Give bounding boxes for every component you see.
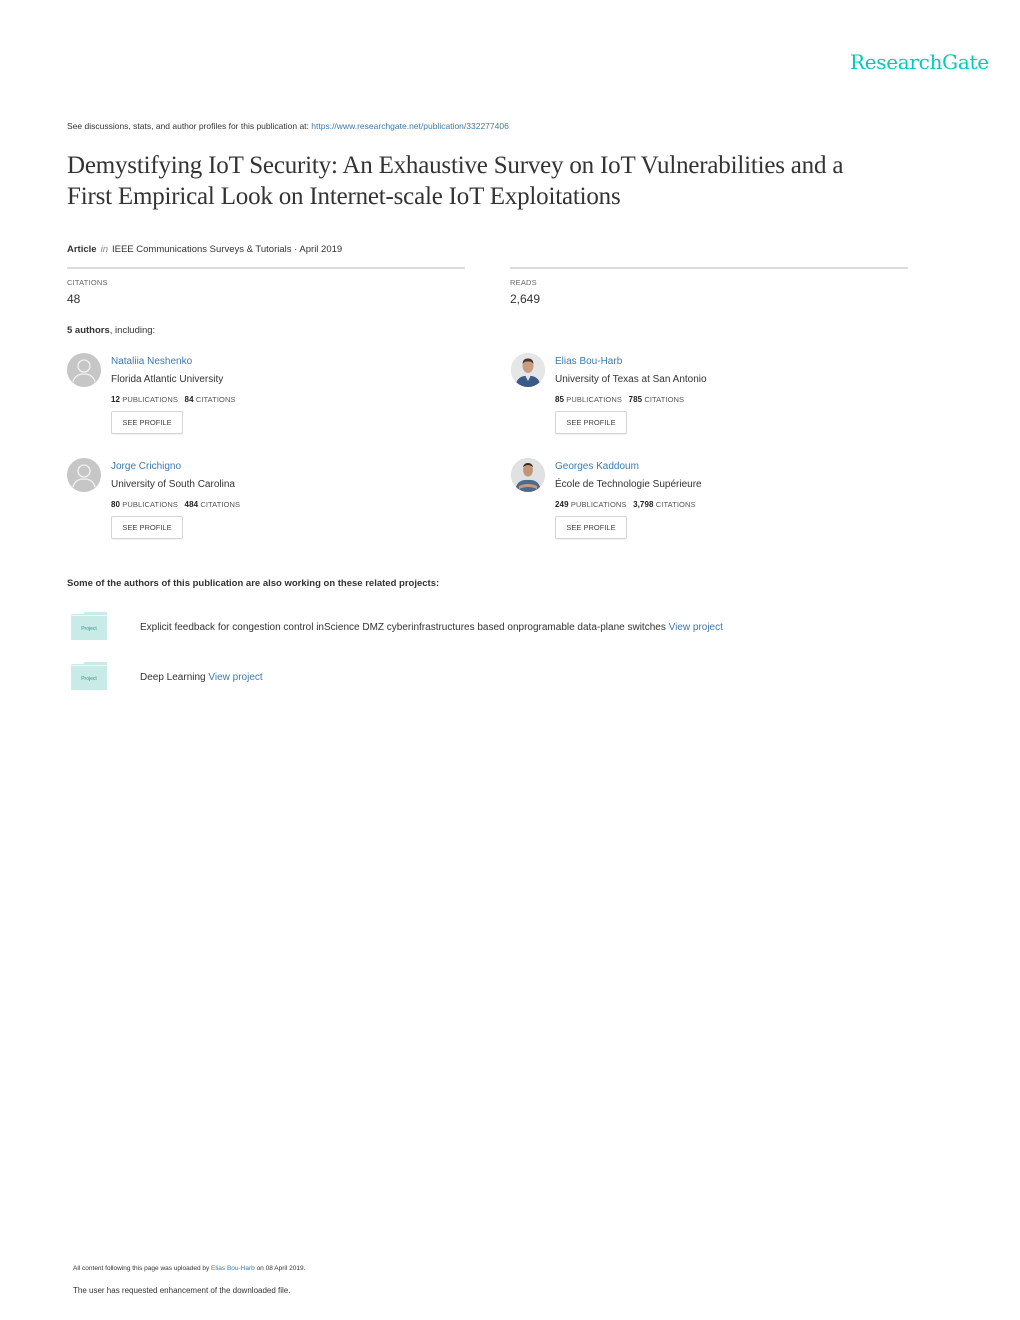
publications-label: PUBLICATIONS xyxy=(570,500,627,509)
avatar-photo[interactable] xyxy=(511,458,545,492)
reads-value: 2,649 xyxy=(510,292,541,306)
see-profile-button[interactable]: SEE PROFILE xyxy=(555,411,627,434)
view-project-link[interactable]: View project xyxy=(208,672,262,683)
project-folder-label: Project xyxy=(81,676,97,682)
citations-count: 84 xyxy=(184,395,194,404)
publication-meta: Article in IEEE Communications Surveys & T… xyxy=(67,244,342,255)
publication-type: Article xyxy=(67,244,97,255)
author-stats: 12 PUBLICATIONS 84 CITATIONS xyxy=(111,395,236,404)
see-profile-button[interactable]: SEE PROFILE xyxy=(111,516,183,539)
title-line-2: First Empirical Look on Internet-scale I… xyxy=(67,183,621,210)
author-card: Jorge Crichigno University of South Caro… xyxy=(67,458,487,553)
citations-count: 484 xyxy=(184,500,199,509)
author-institution: École de Technologie Supérieure xyxy=(555,479,702,490)
avatar-placeholder-icon[interactable] xyxy=(67,353,101,387)
authors-count: 5 authors xyxy=(67,325,110,336)
project-text: Explicit feedback for congestion control… xyxy=(140,622,723,633)
publications-label: PUBLICATIONS xyxy=(566,395,622,404)
author-stats: 249 PUBLICATIONS 3,798 CITATIONS xyxy=(555,500,696,509)
author-stats: 85 PUBLICATIONS 785 CITATIONS xyxy=(555,395,684,404)
avatar-photo[interactable] xyxy=(511,353,545,387)
publication-venue: IEEE Communications Surveys & Tutorials … xyxy=(111,244,343,255)
publications-count: 249 xyxy=(555,500,569,509)
reads-label: READS xyxy=(510,278,537,287)
author-institution: Florida Atlantic University xyxy=(111,374,224,385)
project-item: Project Explicit feedback for congestion… xyxy=(67,612,867,647)
author-stats: 80 PUBLICATIONS 484 CITATIONS xyxy=(111,500,240,509)
author-card: Nataliia Neshenko Florida Atlantic Unive… xyxy=(67,353,487,448)
in-label: in xyxy=(100,244,108,255)
citations-count: 3,798 xyxy=(633,500,654,509)
authors-summary: 5 authors, including: xyxy=(67,325,155,336)
project-folder-icon: Project xyxy=(71,662,107,690)
citations-count: 785 xyxy=(628,395,643,404)
author-name-link[interactable]: Elias Bou-Harb xyxy=(555,356,622,367)
project-folder-icon: Project xyxy=(71,612,107,640)
citations-label: CITATIONS xyxy=(644,395,685,404)
avatar-placeholder-icon[interactable] xyxy=(67,458,101,492)
author-card: Georges Kaddoum École de Technologie Sup… xyxy=(511,458,931,553)
see-discussions-line: See discussions, stats, and author profi… xyxy=(67,121,509,131)
author-institution: University of Texas at San Antonio xyxy=(555,374,707,385)
project-folder-label: Project xyxy=(81,626,97,632)
author-card: Elias Bou-Harb University of Texas at Sa… xyxy=(511,353,931,448)
citations-divider xyxy=(67,267,465,269)
publications-count: 85 xyxy=(555,395,565,404)
publication-url-link[interactable]: https://www.researchgate.net/publication… xyxy=(311,121,509,131)
upload-prefix: All content following this page was uplo… xyxy=(73,1265,212,1272)
publication-title: Demystifying IoT Security: An Exhaustive… xyxy=(67,150,937,212)
view-project-link[interactable]: View project xyxy=(669,622,723,633)
publications-label: PUBLICATIONS xyxy=(122,500,178,509)
citations-label: CITATIONS xyxy=(200,500,241,509)
project-title: Deep Learning xyxy=(140,672,206,683)
authors-suffix: , including: xyxy=(109,325,156,336)
author-name-link[interactable]: Jorge Crichigno xyxy=(111,461,181,472)
citations-label: CITATIONS xyxy=(655,500,696,509)
citations-label: CITATIONS xyxy=(67,278,108,287)
author-name-link[interactable]: Nataliia Neshenko xyxy=(111,356,192,367)
author-institution: University of South Carolina xyxy=(111,479,235,490)
publications-count: 12 xyxy=(111,395,121,404)
uploader-link[interactable]: Elias Bou-Harb xyxy=(211,1265,255,1272)
project-text: Deep Learning View project xyxy=(140,672,263,683)
enhancement-notice: The user has requested enhancement of th… xyxy=(73,1286,291,1295)
project-item: Project Deep Learning View project xyxy=(67,662,867,697)
see-profile-button[interactable]: SEE PROFILE xyxy=(111,411,183,434)
project-title: Explicit feedback for congestion control… xyxy=(140,622,666,633)
researchgate-logo[interactable]: ResearchGate xyxy=(850,50,989,74)
reads-divider xyxy=(510,267,908,269)
related-projects-heading: Some of the authors of this publication … xyxy=(67,578,440,589)
citations-value: 48 xyxy=(67,292,81,306)
title-line-1: Demystifying IoT Security: An Exhaustive… xyxy=(67,152,844,179)
see-profile-button[interactable]: SEE PROFILE xyxy=(555,516,627,539)
upload-notice: All content following this page was uplo… xyxy=(73,1265,305,1272)
upload-suffix: on 08 April 2019. xyxy=(254,1265,306,1272)
author-name-link[interactable]: Georges Kaddoum xyxy=(555,461,639,472)
see-discussions-text: See discussions, stats, and author profi… xyxy=(67,121,312,131)
publications-count: 80 xyxy=(111,500,121,509)
citations-label: CITATIONS xyxy=(195,395,236,404)
publications-label: PUBLICATIONS xyxy=(122,395,178,404)
